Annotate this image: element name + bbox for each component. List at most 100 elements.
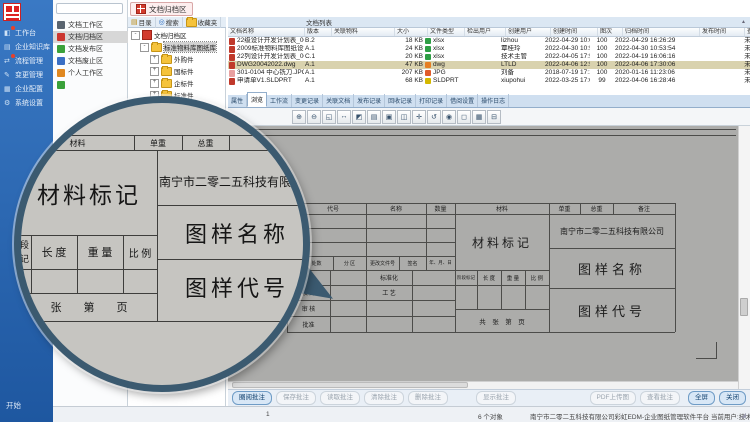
magnifier-icon[interactable]: ◉	[442, 110, 456, 124]
sidebar-item-process[interactable]: ⇄ 流程管理	[0, 54, 53, 68]
tab-preview[interactable]: 浏览	[247, 92, 267, 107]
close-button[interactable]: 关闭	[719, 391, 746, 405]
collapse-list-icon[interactable]: ▲	[741, 19, 746, 25]
tb-drawing-name: 图样名称	[549, 248, 675, 288]
layers-icon[interactable]: ▤	[367, 110, 381, 124]
file-row[interactable]: 301-0104 中心铣刀.JPG A.1 207 KB JPG 刘备 2018…	[228, 69, 750, 77]
column-header-create-user[interactable]: 创建用户	[506, 28, 551, 36]
column-header-publish-time[interactable]: 发布时间	[700, 28, 745, 36]
file-row[interactable]: 申请单V1.SLDPRT A.1 68 KB SLDPRT xiupohui 2…	[228, 77, 750, 85]
show-annotation-button[interactable]: 显示批注	[476, 391, 516, 405]
tab-print-record[interactable]: 打印记录	[416, 94, 447, 107]
tree-node-purchased-parts[interactable]: + 外购件	[150, 54, 194, 64]
search-button[interactable]: ◎搜索	[156, 17, 183, 28]
excel-file-icon	[425, 54, 431, 60]
column-header-checkout-user[interactable]: 检出用户	[465, 28, 506, 36]
mag-company-name: 南宁市二零二五科技有限公司	[159, 161, 310, 201]
catalog-button[interactable]: ▤目录	[128, 17, 156, 28]
fit-width-icon[interactable]: ↔	[337, 110, 351, 124]
view-annotation-button[interactable]: 查看批注	[640, 391, 680, 405]
column-header-name[interactable]: 文档名称	[228, 28, 305, 36]
tree-node-standard-material-lib[interactable]: - 标准物料库图纸库	[140, 42, 216, 52]
status-page-number: 1	[266, 411, 270, 418]
save-annotation-button[interactable]: 保存批注	[276, 391, 316, 405]
workspace-item-publish[interactable]: 文档发布区	[53, 43, 128, 55]
workspace-item-extra[interactable]	[53, 79, 128, 91]
tree-node-enterprise-parts[interactable]: + 企标件	[150, 78, 194, 88]
tab-operation-log[interactable]: 操作日志	[478, 94, 509, 107]
full-extent-icon[interactable]: ◻	[457, 110, 471, 124]
background-color-icon[interactable]: ◩	[352, 110, 366, 124]
column-header-size[interactable]: 大小	[395, 28, 428, 36]
tab-borrow-settings[interactable]: 借阅设置	[447, 94, 478, 107]
vertical-scrollbar-thumb[interactable]	[740, 298, 748, 316]
pdf-upload-button[interactable]: PDF上传图	[590, 391, 637, 405]
start-button[interactable]: 开始	[0, 398, 53, 412]
rotate-icon[interactable]: ↺	[427, 110, 441, 124]
print-icon[interactable]: ▣	[382, 110, 396, 124]
tree-expand-icon[interactable]: +	[150, 55, 159, 64]
column-header-filetype[interactable]: 文件类型	[428, 28, 465, 36]
tab-recycle-record[interactable]: 回收记录	[385, 94, 416, 107]
file-row[interactable]: 22级设计开发计划表_002 .xlsx B.2 18 KB xlsx lizh…	[228, 37, 750, 45]
tb-standardization: 标准化	[366, 270, 412, 285]
column-header-material[interactable]: 关联物料	[332, 28, 395, 36]
file-list-header: 文档名称 版本 关联物料 大小 文件类型 检出用户 创建用户 创建时间 图次 归…	[228, 28, 750, 37]
tree-node-gb-parts[interactable]: + 国标件	[150, 66, 194, 76]
tab-related-docs[interactable]: 关联文档	[323, 94, 354, 107]
vertical-scrollbar[interactable]	[738, 126, 750, 389]
sidebar-item-knowledge[interactable]: ▤ 企业知识库	[0, 40, 53, 54]
grid-icon[interactable]: ▦	[472, 110, 486, 124]
mag-col-unit-weight: 单重	[134, 136, 182, 150]
mag-scale: 比 例	[123, 237, 157, 267]
column-header-sheet[interactable]: 图次	[598, 28, 623, 36]
column-header-create-time[interactable]: 创建时间	[551, 28, 598, 36]
zoom-in-icon[interactable]: ⊕	[292, 110, 306, 124]
column-header-archive-time[interactable]: 归档时间	[623, 28, 700, 36]
workspace-item-archive[interactable]: 文档归档区	[53, 31, 128, 43]
tab-workflow[interactable]: 工作流	[267, 94, 292, 107]
workspace-search-input[interactable]	[56, 3, 123, 14]
workspace-item-obsolete[interactable]: 文档废止区	[53, 55, 128, 67]
resize-grip-icon[interactable]: ◢	[741, 411, 746, 419]
delete-annotation-button[interactable]: 删除批注	[408, 391, 448, 405]
clear-annotation-button[interactable]: 清除批注	[364, 391, 404, 405]
workspace-item-working[interactable]: 文档工作区	[53, 19, 128, 31]
horizontal-scrollbar-thumb[interactable]	[232, 382, 468, 388]
file-row[interactable]: 22列设计开发计划表_000001 C.1 20 KB xlsx 技术主管 20…	[228, 53, 750, 61]
copy-view-icon[interactable]: ◫	[397, 110, 411, 124]
tb-signature: 签名	[399, 256, 426, 270]
tree-collapse-icon[interactable]: -	[131, 31, 140, 40]
tree-collapse-icon[interactable]: -	[140, 43, 149, 52]
notification-badge	[11, 26, 15, 30]
tab-document-archive[interactable]: 文档归档区	[130, 2, 193, 16]
favorites-button[interactable]: 收藏夹	[183, 17, 222, 28]
tb-change-file-no: 更改文件号	[366, 256, 399, 270]
tree-expand-icon[interactable]: +	[150, 67, 159, 76]
tab-publish-record[interactable]: 发布记录	[354, 94, 385, 107]
fullscreen-button[interactable]: 全屏	[688, 391, 715, 405]
column-header-version[interactable]: 版本	[305, 28, 332, 36]
zoom-out-icon[interactable]: ⊖	[307, 110, 321, 124]
tree-expand-icon[interactable]: +	[150, 79, 159, 88]
magnifier-overlay[interactable]: 材料 单重 总重 备注 材料标记 南宁市二零二五科技有限公司 图样名称 图样代号…	[14, 96, 310, 392]
column-header-view-status[interactable]: 查看状态	[745, 28, 750, 36]
file-row[interactable]: 2009标准物料库图纸设计开发 A.1 24 KB xlsx 覃桂玲 2022-…	[228, 45, 750, 53]
folder-icon	[161, 79, 172, 88]
pan-icon[interactable]: ✛	[412, 110, 426, 124]
sidebar-item-config[interactable]: ▦ 企业配置	[0, 82, 53, 96]
file-row-selected[interactable]: DWG20042022.dwg A.1 47 KB dwg LTLD 2022-…	[228, 61, 750, 69]
load-annotation-button[interactable]: 读取批注	[320, 391, 360, 405]
workspace-item-personal[interactable]: 个人工作区	[53, 67, 128, 79]
sidebar-item-workbench[interactable]: ◧ 工作台	[0, 26, 53, 40]
detail-tab-strip: 属性 浏览 工作流 变更记录 关联文档 发布记录 回收记录 打印记录 借阅设置 …	[228, 95, 750, 108]
sidebar-item-settings[interactable]: ⚙ 系统设置	[0, 96, 53, 110]
tab-properties[interactable]: 属性	[228, 94, 247, 107]
tab-change-record[interactable]: 变更记录	[292, 94, 323, 107]
sidebar-item-change[interactable]: ✎ 变更管理	[0, 68, 53, 82]
zoom-window-icon[interactable]: ◱	[322, 110, 336, 124]
annotate-button[interactable]: 圈阅批注	[232, 391, 272, 405]
mag-stage-mark: 阶段标记	[14, 237, 29, 267]
tree-root-archive[interactable]: - 文档归档区	[131, 30, 187, 40]
measure-icon[interactable]: ⊟	[487, 110, 501, 124]
